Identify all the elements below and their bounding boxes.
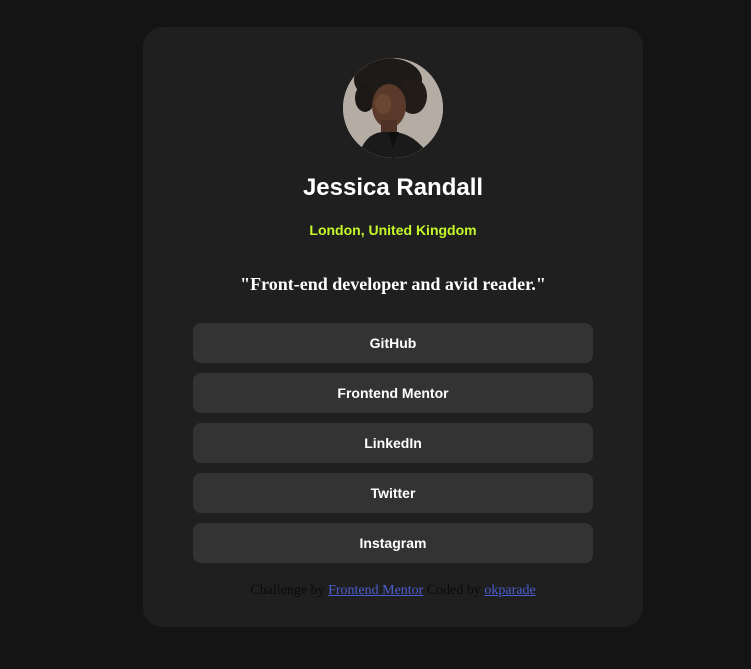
avatar xyxy=(343,58,443,158)
social-links: GitHub Frontend Mentor LinkedIn Twitter … xyxy=(193,323,593,573)
attribution-prefix: Challenge by xyxy=(250,583,325,598)
attribution-middle: Coded by xyxy=(426,583,481,598)
author-link[interactable]: okparade xyxy=(484,583,535,598)
profile-location: London, United Kingdom xyxy=(309,222,477,238)
linkedin-button[interactable]: LinkedIn xyxy=(193,423,593,463)
github-button[interactable]: GitHub xyxy=(193,323,593,363)
twitter-button[interactable]: Twitter xyxy=(193,473,593,513)
profile-photo-icon xyxy=(343,58,443,158)
instagram-button[interactable]: Instagram xyxy=(193,523,593,563)
attribution: Challenge by Frontend Mentor Coded by ok… xyxy=(143,581,643,601)
profile-name: Jessica Randall xyxy=(302,174,484,201)
frontend-mentor-link[interactable]: Frontend Mentor xyxy=(328,583,423,598)
profile-bio: "Front-end developer and avid reader." xyxy=(240,274,546,294)
profile-card: Jessica Randall London, United Kingdom "… xyxy=(143,27,643,627)
frontend-mentor-button[interactable]: Frontend Mentor xyxy=(193,373,593,413)
